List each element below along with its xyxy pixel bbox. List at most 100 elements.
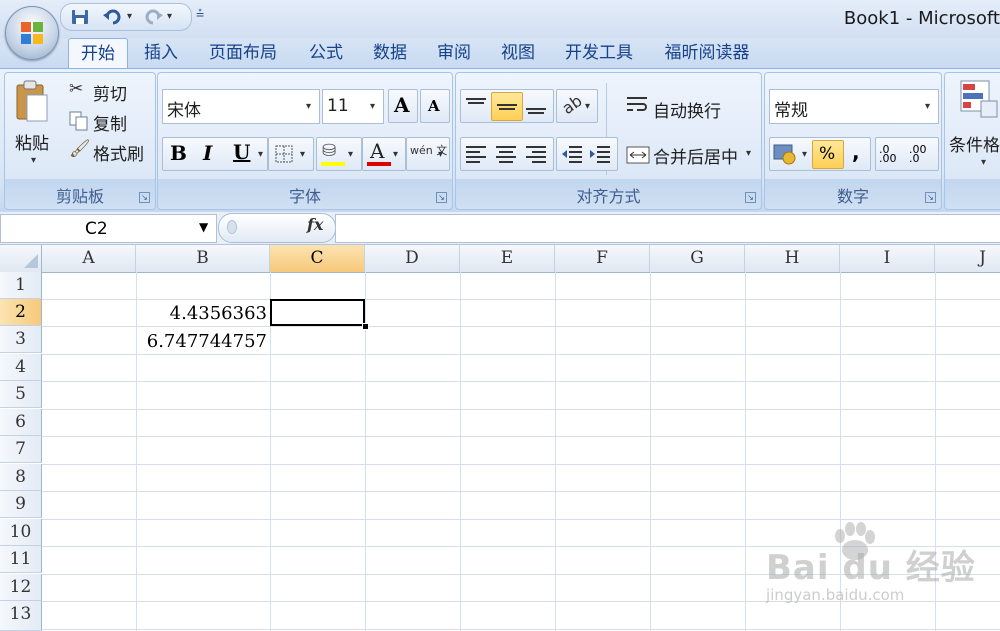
row-header-8[interactable]: 8 <box>0 464 42 491</box>
gridline <box>42 381 1000 382</box>
redo-dropdown-icon[interactable]: ▾ <box>167 11 172 22</box>
redo-icon[interactable] <box>145 9 163 25</box>
align-top-icon[interactable] <box>465 96 487 116</box>
column-header-d[interactable]: D <box>365 245 460 272</box>
number-style-strip: ▾ % , <box>769 137 871 171</box>
tab-insert[interactable]: 插入 <box>136 38 186 68</box>
row-header-2[interactable]: 2 <box>0 299 42 326</box>
save-icon[interactable] <box>71 9 89 25</box>
column-header-i[interactable]: I <box>840 245 935 272</box>
merge-center-icon <box>626 146 650 164</box>
conditional-formatting-button[interactable]: 条件格 <box>949 131 1000 156</box>
alignment-dialog-launcher-icon[interactable]: ↘ <box>745 192 756 203</box>
decrease-decimal-button[interactable]: .00 .0 <box>909 144 935 164</box>
phonetic-guide-button[interactable]: wén 文 ▾ <box>406 137 450 171</box>
gridline <box>42 354 1000 355</box>
select-all-button[interactable] <box>0 245 42 272</box>
borders-button[interactable]: ▾ <box>268 137 314 171</box>
row-header-1[interactable]: 1 <box>0 272 42 299</box>
undo-dropdown-icon[interactable]: ▾ <box>127 11 132 22</box>
tab-home[interactable]: 开始 <box>68 38 128 69</box>
accounting-format-icon[interactable] <box>773 143 799 165</box>
increase-decimal-button[interactable]: .0 .00 <box>879 144 905 164</box>
row-header-9[interactable]: 9 <box>0 491 42 518</box>
formula-input[interactable] <box>335 214 1000 243</box>
format-painter-button[interactable]: 格式刷 <box>93 140 144 165</box>
clipboard-dialog-launcher-icon[interactable]: ↘ <box>139 192 150 203</box>
customize-qat-icon[interactable]: ⩮ <box>196 6 204 22</box>
column-header-j[interactable]: J <box>935 245 1000 272</box>
font-dialog-launcher-icon[interactable]: ↘ <box>436 192 447 203</box>
formula-bar-handle[interactable] <box>227 220 237 234</box>
row-header-7[interactable]: 7 <box>0 436 42 463</box>
row-header-3[interactable]: 3 <box>0 326 42 353</box>
merge-center-button[interactable]: 合并后居中 <box>653 143 738 168</box>
accounting-dropdown-icon[interactable]: ▾ <box>802 149 807 160</box>
align-bottom-icon[interactable] <box>525 96 547 116</box>
font-name-select[interactable]: 宋体 ▾ <box>162 89 320 124</box>
align-left-icon[interactable] <box>465 144 487 164</box>
row-header-10[interactable]: 10 <box>0 519 42 546</box>
fill-color-button[interactable]: ⛁ ▾ <box>316 137 362 171</box>
column-header-g[interactable]: G <box>650 245 745 272</box>
cell-b2[interactable]: 4.4356363 <box>135 303 267 324</box>
chevron-down-icon[interactable]: ▼ <box>199 220 208 234</box>
column-header-c[interactable]: C <box>270 245 365 272</box>
comma-style-button[interactable]: , <box>852 140 860 164</box>
number-format-select[interactable]: 常规 ▾ <box>769 89 939 124</box>
tab-data[interactable]: 数据 <box>364 38 416 68</box>
row-header-12[interactable]: 12 <box>0 574 42 601</box>
decrease-indent-icon[interactable] <box>561 144 583 164</box>
number-dialog-launcher-icon[interactable]: ↘ <box>925 192 936 203</box>
shrink-font-button[interactable]: A <box>420 89 450 123</box>
column-header-a[interactable]: A <box>42 245 136 272</box>
office-button[interactable] <box>5 6 59 60</box>
increase-indent-icon[interactable] <box>589 144 611 164</box>
font-group-label: 字体 <box>288 187 321 206</box>
wrap-text-button[interactable]: 自动换行 <box>653 97 721 122</box>
column-header-b[interactable]: B <box>136 245 270 272</box>
percent-style-button[interactable]: % <box>812 140 844 169</box>
column-headers: A B C D E F G H I J <box>0 245 1000 273</box>
bold-button[interactable]: B <box>170 141 187 165</box>
grow-font-button[interactable]: A <box>388 89 418 123</box>
cell-b3[interactable]: 6.747744757 <box>135 331 267 352</box>
name-box[interactable]: C2 ▼ <box>0 214 217 243</box>
column-header-f[interactable]: F <box>555 245 650 272</box>
column-header-e[interactable]: E <box>460 245 555 272</box>
tab-developer[interactable]: 开发工具 <box>556 38 642 68</box>
cut-button[interactable]: 剪切 <box>93 80 127 105</box>
insert-function-button[interactable]: fx <box>307 215 323 234</box>
font-size-select[interactable]: 11 ▾ <box>322 89 384 124</box>
tab-review[interactable]: 审阅 <box>428 38 480 68</box>
align-right-icon[interactable] <box>525 144 547 164</box>
row-header-11[interactable]: 11 <box>0 546 42 573</box>
row-header-13[interactable]: 13 <box>0 601 42 631</box>
copy-button[interactable]: 复制 <box>93 110 127 135</box>
active-cell-c2[interactable] <box>270 299 365 326</box>
orientation-button[interactable]: ab ▾ <box>556 89 598 123</box>
quick-access-toolbar: ▾ ▾ <box>60 3 192 31</box>
underline-dropdown-icon[interactable]: ▾ <box>258 149 263 160</box>
row-header-4[interactable]: 4 <box>0 354 42 381</box>
paste-button[interactable]: 粘贴 <box>15 129 49 154</box>
undo-icon[interactable] <box>103 9 121 25</box>
tab-page-layout[interactable]: 页面布局 <box>200 38 286 68</box>
merge-dropdown-icon[interactable]: ▾ <box>746 148 751 159</box>
chevron-down-icon: ▾ <box>300 149 306 160</box>
row-header-5[interactable]: 5 <box>0 381 42 408</box>
row-header-6[interactable]: 6 <box>0 409 42 436</box>
tab-view[interactable]: 视图 <box>492 38 544 68</box>
align-center-icon[interactable] <box>495 144 517 164</box>
tab-formulas[interactable]: 公式 <box>300 38 352 68</box>
fill-handle[interactable] <box>362 323 369 330</box>
paste-dropdown-icon[interactable]: ▾ <box>31 155 36 166</box>
column-header-h[interactable]: H <box>745 245 840 272</box>
tab-foxit-reader[interactable]: 福昕阅读器 <box>654 38 760 68</box>
italic-button[interactable]: I <box>203 141 212 165</box>
number-group: 常规 ▾ ▾ % , .0 .00 .00 .0 数字 ↘ <box>764 72 942 210</box>
underline-button[interactable]: U <box>233 140 250 164</box>
chevron-down-icon[interactable]: ▾ <box>981 157 986 168</box>
font-color-button[interactable]: A ▾ <box>362 137 406 171</box>
align-middle-button[interactable] <box>491 92 523 121</box>
